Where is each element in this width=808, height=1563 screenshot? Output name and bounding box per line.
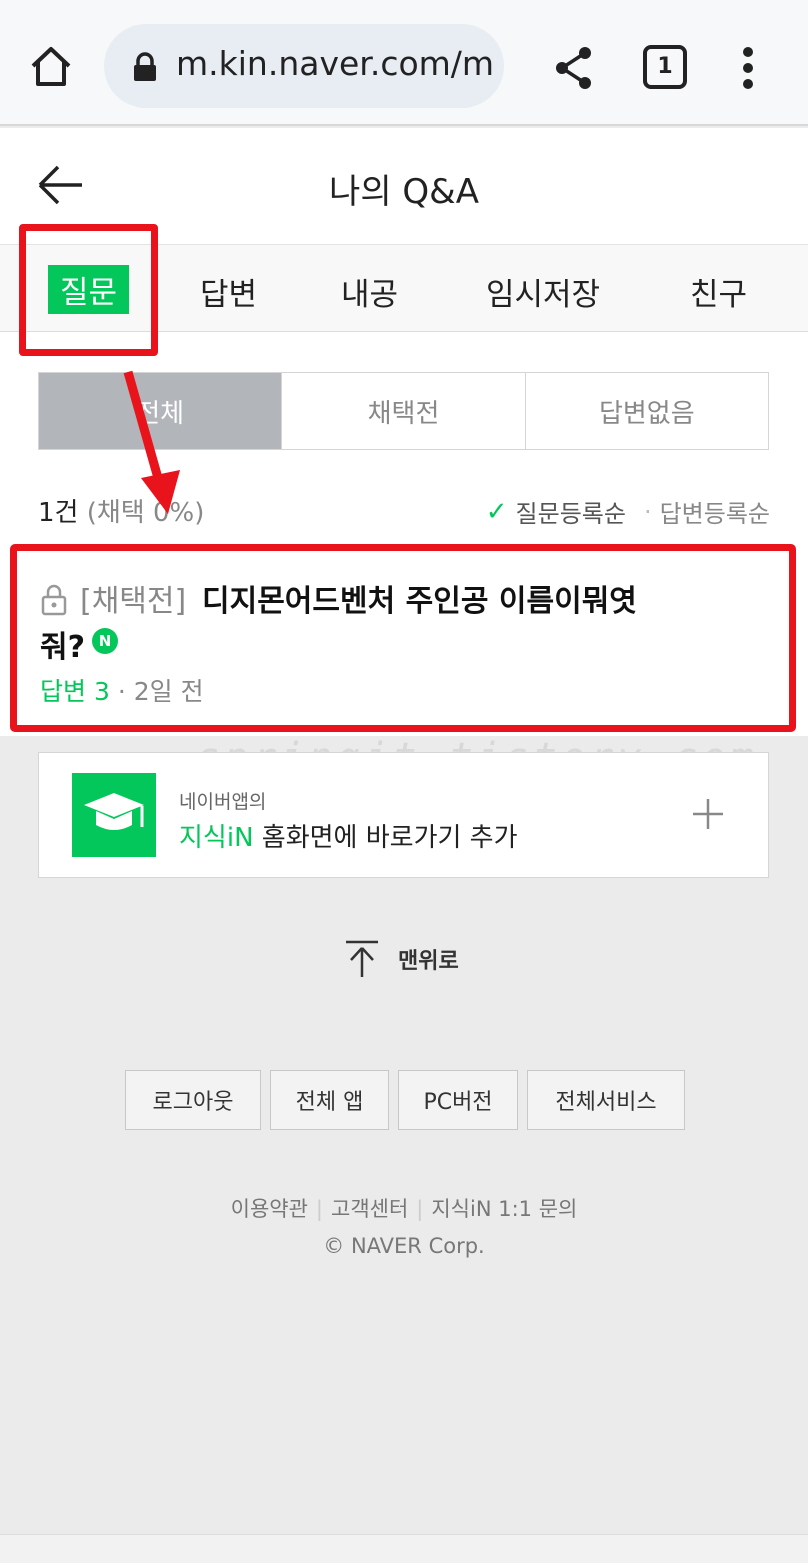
tab-answers[interactable]: 답변 [200,269,257,314]
graduation-cap-icon [72,773,156,857]
tab-points[interactable]: 내공 [341,269,398,314]
shortcut-text: 홈화면에 바로가기 추가 [253,823,518,853]
selection-rate: (채택 0%) [86,498,205,528]
all-services-button[interactable]: 전체서비스 [527,1070,685,1130]
shortcut-brand: 지식iN [179,823,254,853]
more-icon[interactable] [738,46,758,90]
filter-all[interactable]: 전체 [39,373,282,449]
count-text: 1건 [38,498,79,528]
check-icon: ✓ [485,496,508,527]
footer-links: 이용약관 | 고객센터 | 지식iN 1:1 문의 [0,1193,808,1223]
plus-icon[interactable] [691,797,725,831]
sort-by-answer-date[interactable]: 답변등록순 [660,494,770,529]
support-link[interactable]: 고객센터 [331,1197,408,1221]
sort-options: ✓ 질문등록순 · 답변등록순 [486,494,770,529]
separator-dot: · [643,497,652,526]
back-to-top-button[interactable]: 맨위로 [344,940,459,978]
lock-icon [134,52,156,81]
shortcut-subtitle: 네이버앱의 [179,791,267,813]
filter-segmented-control: 전체 채택전 답변없음 [38,372,769,450]
url-text: m.kin.naver.com/m [176,44,495,83]
annotation-box-question [10,544,796,732]
filter-no-answer[interactable]: 답변없음 [524,373,768,449]
sort-by-question-date[interactable]: 질문등록순 [516,494,626,529]
bottom-bar [0,1534,808,1563]
annotation-box-tab [19,224,158,356]
logout-button[interactable]: 로그아웃 [125,1070,261,1130]
shortcut-title: 지식iN 홈화면에 바로가기 추가 [179,817,518,854]
link-separator: | [315,1197,323,1221]
add-shortcut-banner[interactable]: 네이버앱의 지식iN 홈화면에 바로가기 추가 [38,752,769,878]
tab-friends[interactable]: 친구 [690,269,747,314]
link-separator: | [416,1197,424,1221]
address-bar[interactable]: m.kin.naver.com/m [104,24,504,108]
share-icon[interactable] [552,44,596,92]
filter-not-selected[interactable]: 채택전 [281,373,525,449]
terms-link[interactable]: 이용약관 [231,1197,308,1221]
pc-version-button[interactable]: PC버전 [398,1070,518,1130]
arrow-up-icon [346,940,378,977]
all-apps-button[interactable]: 전체 앱 [270,1070,389,1130]
copyright: © NAVER Corp. [323,1234,485,1258]
footer-buttons: 로그아웃 전체 앱 PC버전 전체서비스 [125,1070,685,1130]
browser-toolbar: m.kin.naver.com/m 1 [0,0,808,126]
tab-switcher-button[interactable]: 1 [643,45,687,89]
inquiry-link[interactable]: 지식iN 1:1 문의 [431,1197,577,1221]
back-to-top-label: 맨위로 [398,949,459,974]
tab-drafts[interactable]: 임시저장 [486,269,600,314]
result-count: 1건 (채택 0%) [38,492,204,529]
page-title: 나의 Q&A [329,172,479,212]
home-icon[interactable] [28,44,74,90]
